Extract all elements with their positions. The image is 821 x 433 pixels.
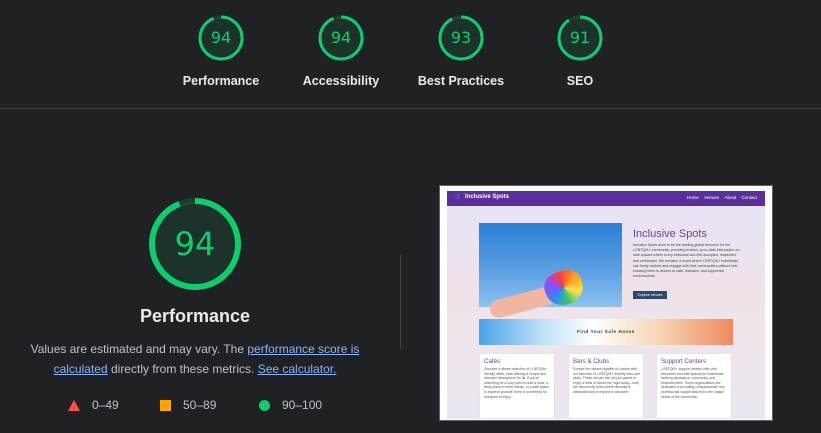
gauge-score: 91 — [569, 28, 591, 47]
card-text: Explore the vibrant nightlife of London … — [573, 367, 640, 394]
hero-text: Inclusive Spots aims to be the leading g… — [633, 243, 740, 279]
banner-text: Find Your Safe Haven — [576, 329, 636, 334]
hero-title: Inclusive Spots — [633, 228, 707, 240]
desc-middle: directly from these metrics. — [107, 362, 258, 376]
gauge-seo[interactable]: 91 SEO — [525, 14, 635, 88]
page-screenshot-thumbnail[interactable]: ♡ Inclusive Spots Home Venues About Cont… — [439, 185, 773, 421]
site-nav-links: Home Venues About Contact — [683, 195, 757, 200]
gauge-score: 94 — [210, 28, 232, 47]
score-description: Values are estimated and may vary. The p… — [20, 339, 370, 379]
gauge-label: SEO — [566, 74, 594, 88]
gauge-best-practices[interactable]: 93 Best Practices — [406, 14, 516, 88]
site-navbar: ♡ Inclusive Spots Home Venues About Cont… — [447, 191, 765, 206]
red-triangle-icon — [68, 400, 80, 412]
legend-fail: 0–49 — [68, 397, 119, 413]
legend-range: 50–89 — [183, 398, 217, 412]
card-title: Cafés — [484, 358, 501, 365]
green-circle-icon — [259, 400, 270, 412]
orange-square-icon — [160, 400, 171, 412]
header-divider — [0, 108, 821, 109]
site-nav-link: Venues — [704, 195, 720, 200]
gauge-label: Accessibility — [302, 74, 380, 88]
card-support-centers: Support Centers LGBTQIA+ support centers… — [656, 353, 732, 419]
site-nav-link: Home — [686, 195, 699, 200]
gauge-score: 93 — [450, 28, 472, 47]
gauge-label: Best Practices — [417, 74, 505, 88]
hero-image — [479, 223, 622, 320]
gauge-performance[interactable]: 94 Performance — [166, 14, 276, 88]
site-nav-link: Contact — [741, 195, 757, 200]
gauge-score: 94 — [330, 28, 352, 47]
card-cafes: Cafés Discover a vibrant selection of LG… — [479, 353, 555, 419]
heart-logo-icon: ♡ — [455, 195, 461, 201]
card-text: Discover a vibrant selection of LGBTQIA+… — [484, 367, 550, 399]
performance-score: 94 — [174, 225, 216, 263]
desc-prefix: Values are estimated and may vary. The — [30, 342, 248, 356]
legend-range: 0–49 — [92, 398, 119, 412]
calculator-link[interactable]: See calculator. — [258, 362, 337, 376]
section-divider — [400, 255, 401, 349]
category-gauges: 94 Performance 94 Accessibility 93 Best … — [0, 0, 821, 108]
card-title: Support Centers — [661, 358, 707, 365]
site-nav-link: About — [724, 195, 737, 200]
legend-pass: 90–100 — [259, 397, 322, 413]
site-banner: Find Your Safe Haven — [479, 319, 733, 345]
legend-range: 90–100 — [282, 398, 323, 412]
hero-button: Explore venues — [633, 291, 667, 299]
performance-title: Performance — [139, 306, 251, 326]
card-title: Bars & Clubs — [573, 358, 610, 365]
card-text: LGBTQIA+ support centers offer vital res… — [661, 367, 725, 399]
site-brand: Inclusive Spots — [465, 194, 510, 200]
legend-average: 50–89 — [160, 397, 216, 413]
card-bars-clubs: Bars & Clubs Explore the vibrant nightli… — [568, 353, 644, 419]
site-preview: ♡ Inclusive Spots Home Venues About Cont… — [447, 191, 765, 419]
gauge-accessibility[interactable]: 94 Accessibility — [286, 14, 396, 88]
gauge-label: Performance — [182, 74, 260, 88]
